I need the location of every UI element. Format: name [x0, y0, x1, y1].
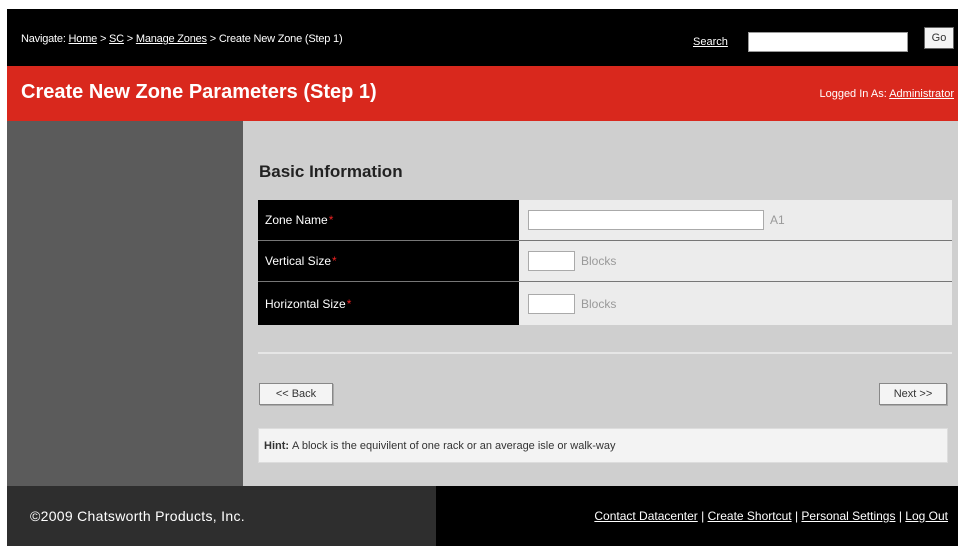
hint-label: Hint:: [264, 439, 290, 452]
logged-in-label: Logged In As:: [819, 88, 887, 100]
vertical-size-label: Vertical Size *: [258, 241, 519, 281]
zone-name-input[interactable]: [528, 210, 764, 230]
breadcrumb: Navigate: Home > SC > Manage Zones > Cre…: [21, 33, 343, 45]
next-button[interactable]: Next >>: [879, 383, 947, 405]
page-title: Create New Zone Parameters (Step 1): [21, 81, 377, 103]
go-button[interactable]: Go: [924, 27, 954, 49]
footer-separator: |: [794, 509, 799, 523]
footer-separator: |: [898, 509, 902, 523]
horizontal-size-label-text: Horizontal Size: [265, 296, 346, 311]
contact-datacenter-link[interactable]: Contact Datacenter: [594, 509, 697, 523]
logged-in-info: Logged In As: Administrator: [819, 88, 954, 100]
zone-name-value-cell: A1: [519, 200, 952, 240]
vertical-size-label-text: Vertical Size: [265, 254, 332, 268]
log-out-link[interactable]: Log Out: [905, 509, 948, 523]
horizontal-size-input[interactable]: [528, 293, 575, 314]
create-shortcut-link[interactable]: Create Shortcut: [708, 509, 792, 523]
breadcrumb-manage-zones-link[interactable]: Manage Zones: [136, 33, 207, 45]
copyright: ©2009 Chatsworth Products, Inc.: [7, 486, 436, 546]
required-marker: *: [328, 213, 334, 227]
form-row-horizontal-size: Horizontal Size * Blocks: [258, 282, 952, 325]
page-title-bar: Create New Zone Parameters (Step 1) Logg…: [7, 66, 958, 121]
search-link[interactable]: Search: [693, 36, 728, 48]
hint-box: Hint: A block is the equivilent of one r…: [258, 428, 948, 463]
left-sidebar: [7, 121, 243, 486]
vertical-size-input[interactable]: [528, 251, 575, 271]
footer-separator: |: [701, 509, 705, 523]
breadcrumb-separator: >: [209, 33, 216, 45]
breadcrumb-separator: >: [126, 33, 134, 45]
horizontal-size-unit: Blocks: [581, 296, 617, 311]
breadcrumb-prefix: Navigate:: [21, 33, 66, 45]
vertical-size-value-cell: Blocks: [519, 241, 952, 281]
back-button[interactable]: << Back: [259, 383, 333, 405]
footer: ©2009 Chatsworth Products, Inc. Contact …: [7, 486, 958, 546]
zone-name-label: Zone Name *: [258, 200, 519, 240]
zone-name-label-text: Zone Name: [265, 213, 328, 227]
required-marker: *: [346, 296, 352, 311]
search-input[interactable]: [748, 32, 908, 52]
breadcrumb-home-link[interactable]: Home: [69, 33, 98, 45]
form-row-vertical-size: Vertical Size * Blocks: [258, 241, 952, 282]
basic-information-form: Zone Name * A1 Vertical Size * Blocks Hori…: [258, 200, 952, 325]
hint-text: A block is the equivilent of one rack or…: [292, 439, 616, 452]
horizontal-size-value-cell: Blocks: [519, 282, 952, 325]
section-title: Basic Information: [259, 162, 403, 181]
required-marker: *: [332, 254, 337, 268]
breadcrumb-sc-link[interactable]: SC: [109, 33, 124, 45]
zone-name-suffix: A1: [770, 213, 785, 227]
horizontal-size-label: Horizontal Size *: [258, 282, 519, 325]
top-navigation-bar: Navigate: Home > SC > Manage Zones > Cre…: [7, 9, 958, 66]
breadcrumb-current-page: Create New Zone (Step 1): [218, 33, 343, 45]
section-divider: [258, 352, 952, 354]
vertical-size-unit: Blocks: [581, 254, 617, 268]
user-link[interactable]: Administrator: [889, 88, 954, 100]
form-row-zone-name: Zone Name * A1: [258, 200, 952, 241]
breadcrumb-separator: >: [99, 33, 107, 45]
personal-settings-link[interactable]: Personal Settings: [801, 509, 895, 523]
footer-links: Contact Datacenter | Create Shortcut | P…: [594, 509, 948, 523]
